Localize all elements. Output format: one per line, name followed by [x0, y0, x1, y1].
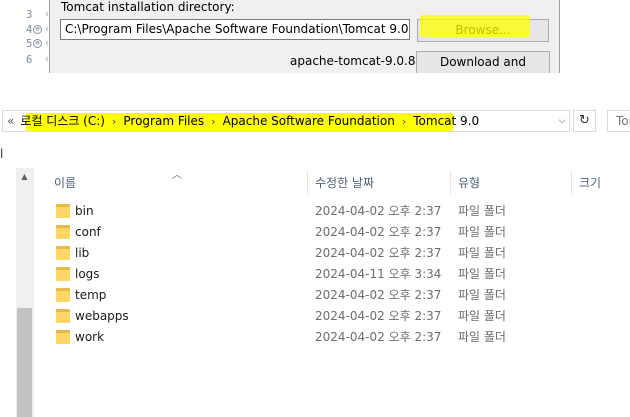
crumb-program-files[interactable]: Program Files	[123, 114, 204, 128]
nav-scrollbar[interactable]: ▲	[16, 168, 33, 417]
eclipse-window-fragment: 3 ‹ 4 ⊖ ‹ 5 ⊖ ‹ 6 ‹ Tomcat installation …	[0, 0, 630, 73]
file-name: bin	[75, 204, 94, 218]
folder-icon	[56, 204, 70, 218]
navigation-pane: ▲	[0, 168, 34, 417]
address-dropdown-icon[interactable]: ⌵	[556, 114, 568, 128]
column-header-date[interactable]: 수정한 날짜	[315, 174, 374, 191]
file-row[interactable]: lib 2024-04-02 오후 2:37 파일 폴더	[34, 243, 630, 264]
file-date: 2024-04-11 오후 3:34	[315, 267, 442, 281]
column-header-size[interactable]: 크기	[579, 174, 601, 191]
file-date: 2024-04-02 오후 2:37	[315, 225, 442, 239]
tomcat-version-label: apache-tomcat-9.0.82	[290, 54, 424, 68]
file-row[interactable]: conf 2024-04-02 오후 2:37 파일 폴더	[34, 222, 630, 243]
chevron-right-icon[interactable]: ›	[402, 115, 406, 128]
file-type: 파일 폴더	[458, 288, 506, 302]
file-row[interactable]: logs 2024-04-11 오후 3:34 파일 폴더	[34, 264, 630, 285]
folder-icon	[56, 225, 70, 239]
column-header-row: ︿ 이름 수정한 날짜 유형 크기	[34, 168, 630, 196]
highlight-marker	[420, 15, 530, 37]
chevron-right-icon[interactable]: ›	[112, 115, 116, 128]
file-name: work	[75, 330, 105, 344]
crumb-tomcat[interactable]: Tomcat 9.0	[413, 114, 479, 128]
chevron-right-icon[interactable]: ›	[211, 115, 215, 128]
scroll-up-icon[interactable]: ▲	[16, 172, 33, 186]
sort-ascending-icon: ︿	[172, 170, 182, 181]
column-header-name[interactable]: 이름	[54, 174, 76, 191]
file-date: 2024-04-02 오후 2:37	[315, 204, 442, 218]
file-name: webapps	[75, 309, 129, 323]
file-type: 파일 폴더	[458, 309, 506, 323]
file-name: lib	[75, 246, 90, 260]
file-row[interactable]: work 2024-04-02 오후 2:37 파일 폴더	[34, 327, 630, 348]
column-divider[interactable]	[307, 170, 308, 194]
toolbar-row: l	[0, 142, 630, 168]
folder-icon	[56, 330, 70, 344]
file-name: temp	[75, 288, 107, 302]
gutter-line: 4 ⊖ ‹	[26, 24, 50, 38]
folder-icon	[56, 267, 70, 281]
overflow-chevron-icon[interactable]: «	[7, 114, 14, 128]
file-name: logs	[75, 267, 100, 281]
file-type: 파일 폴더	[458, 330, 506, 344]
line-number: 5	[26, 38, 33, 50]
crumb-local-disk[interactable]: 로컬 디스크 (C:)	[20, 114, 105, 128]
address-bar-row: « 로컬 디스크 (C:) › Program Files › Apache Softwa…	[0, 100, 630, 142]
download-install-button[interactable]: Download and Install...	[416, 51, 550, 73]
search-input[interactable]: Tomcat 9.0 검색	[607, 110, 630, 132]
window-gap	[0, 73, 630, 100]
file-date: 2024-04-02 오후 2:37	[315, 309, 442, 323]
fold-collapse-icon[interactable]: ⊖	[33, 39, 42, 48]
file-row[interactable]: webapps 2024-04-02 오후 2:37 파일 폴더	[34, 306, 630, 327]
fold-collapse-icon[interactable]: ⊖	[33, 25, 42, 34]
line-number: 6	[26, 54, 33, 66]
file-date: 2024-04-02 오후 2:37	[315, 330, 442, 344]
breadcrumb: « 로컬 디스크 (C:) › Program Files › Apache Softwa…	[7, 111, 479, 131]
file-date: 2024-04-02 오후 2:37	[315, 246, 442, 260]
editor-gutter: 3 ‹ 4 ⊖ ‹ 5 ⊖ ‹ 6 ‹	[0, 0, 50, 73]
install-dir-input[interactable]: C:\Program Files\Apache Software Foundat…	[60, 19, 410, 40]
file-type: 파일 폴더	[458, 267, 506, 281]
gutter-line: 6 ‹	[26, 54, 50, 68]
install-dir-label: Tomcat installation directory:	[61, 0, 235, 14]
file-type: 파일 폴더	[458, 225, 506, 239]
file-type: 파일 폴더	[458, 246, 506, 260]
column-header-type[interactable]: 유형	[458, 174, 480, 191]
folder-icon	[56, 246, 70, 260]
column-divider[interactable]	[450, 170, 451, 194]
file-row[interactable]: bin 2024-04-02 오후 2:37 파일 폴더	[34, 201, 630, 222]
line-number: 3	[26, 9, 33, 21]
scrollbar-thumb[interactable]	[17, 308, 32, 417]
folder-icon	[56, 288, 70, 302]
crumb-apache-software-foundation[interactable]: Apache Software Foundation	[223, 114, 395, 128]
refresh-icon[interactable]: ↻	[573, 110, 596, 132]
file-row[interactable]: temp 2024-04-02 오후 2:37 파일 폴더	[34, 285, 630, 306]
file-date: 2024-04-02 오후 2:37	[315, 288, 442, 302]
file-type: 파일 폴더	[458, 204, 506, 218]
gutter-line: 3 ‹	[26, 9, 50, 23]
toolbar-edge: l	[0, 147, 4, 161]
line-number: 4	[26, 24, 33, 36]
address-bar[interactable]: « 로컬 디스크 (C:) › Program Files › Apache Softwa…	[2, 110, 570, 132]
column-divider[interactable]	[571, 170, 572, 194]
gutter-line: 5 ⊖ ‹	[26, 38, 50, 52]
folder-icon	[56, 309, 70, 323]
file-list: ︿ 이름 수정한 날짜 유형 크기 bin 2024-04-02 오후 2:37…	[34, 168, 630, 417]
file-name: conf	[75, 225, 101, 239]
